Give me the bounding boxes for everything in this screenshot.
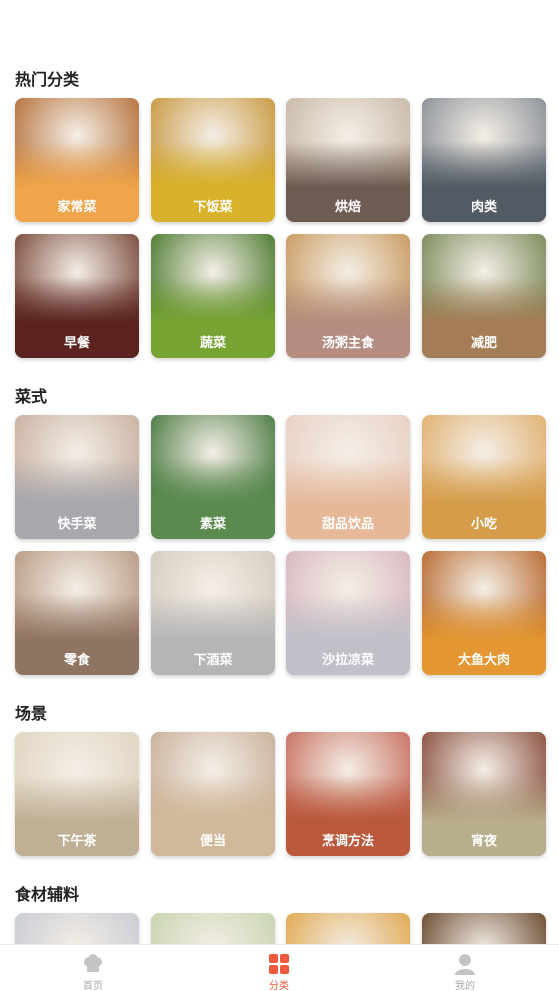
user-icon — [455, 954, 475, 975]
category-label: 早餐 — [63, 336, 90, 351]
category-label: 家常菜 — [57, 200, 97, 215]
tab-mine[interactable]: 我的 — [372, 945, 558, 991]
tab-category[interactable]: 分类 — [186, 945, 372, 991]
section-title: 场景 — [15, 704, 48, 723]
category-label: 素菜 — [199, 517, 226, 532]
section-title: 热门分类 — [15, 70, 80, 89]
category-label: 下午茶 — [57, 834, 97, 849]
category-card[interactable]: 快手菜 — [15, 415, 139, 539]
category-card[interactable]: 大鱼大肉 — [422, 551, 546, 675]
category-label: 宵夜 — [470, 834, 497, 849]
category-card[interactable] — [422, 913, 546, 944]
grid-icon — [269, 954, 289, 974]
category-card[interactable]: 家常菜 — [15, 98, 139, 222]
category-card[interactable] — [286, 913, 410, 944]
category-label: 甜品饮品 — [321, 517, 374, 532]
section-title: 菜式 — [15, 387, 48, 406]
category-card[interactable]: 便当 — [151, 732, 275, 856]
category-label: 蔬菜 — [199, 336, 226, 351]
category-label: 沙拉凉菜 — [321, 653, 374, 668]
category-color-overlay — [15, 913, 139, 944]
tab-category-label: 分类 — [269, 981, 289, 991]
category-label: 小吃 — [470, 517, 497, 532]
category-card[interactable]: 下酒菜 — [151, 551, 275, 675]
category-color-overlay — [286, 913, 410, 944]
section-title: 食材辅料 — [15, 885, 80, 904]
category-card[interactable]: 宵夜 — [422, 732, 546, 856]
category-card[interactable]: 素菜 — [151, 415, 275, 539]
category-card[interactable] — [15, 913, 139, 944]
category-label: 肉类 — [470, 200, 497, 215]
category-color-overlay — [151, 913, 275, 944]
category-card[interactable]: 下饭菜 — [151, 98, 275, 222]
category-label: 烹调方法 — [321, 834, 374, 849]
category-card[interactable]: 早餐 — [15, 234, 139, 358]
category-card[interactable]: 烘焙 — [286, 98, 410, 222]
category-card[interactable]: 肉类 — [422, 98, 546, 222]
category-label: 下饭菜 — [193, 200, 233, 215]
category-card[interactable]: 沙拉凉菜 — [286, 551, 410, 675]
category-label: 汤粥主食 — [321, 336, 374, 351]
category-label: 下酒菜 — [193, 653, 233, 668]
category-card[interactable]: 零食 — [15, 551, 139, 675]
category-card[interactable] — [151, 913, 275, 944]
category-card[interactable]: 烹调方法 — [286, 732, 410, 856]
category-label: 大鱼大肉 — [457, 653, 510, 668]
category-card[interactable]: 汤粥主食 — [286, 234, 410, 358]
category-card[interactable]: 甜品饮品 — [286, 415, 410, 539]
category-label: 烘焙 — [334, 200, 361, 215]
tab-mine-label: 我的 — [455, 981, 475, 991]
category-page: 热门分类 家常菜 下饭菜 烘焙 肉类 早餐 蔬菜 汤粥主食 减肥 菜式 快手菜 素菜 甜品饮品 小吃 零食下… — [0, 0, 559, 944]
tab-home[interactable]: 首页 — [0, 945, 186, 991]
tab-home-label: 首页 — [83, 981, 103, 991]
chef-hat-icon — [84, 954, 102, 972]
category-label: 减肥 — [470, 336, 497, 351]
category-label: 便当 — [199, 834, 226, 849]
category-card[interactable]: 减肥 — [422, 234, 546, 358]
category-label: 零食 — [63, 653, 90, 668]
category-card[interactable]: 下午茶 — [15, 732, 139, 856]
bottom-tab-bar: 首页 分类 我的 — [0, 944, 559, 991]
category-label: 快手菜 — [57, 517, 97, 532]
category-card[interactable]: 蔬菜 — [151, 234, 275, 358]
category-card[interactable]: 小吃 — [422, 415, 546, 539]
category-color-overlay — [422, 913, 546, 944]
